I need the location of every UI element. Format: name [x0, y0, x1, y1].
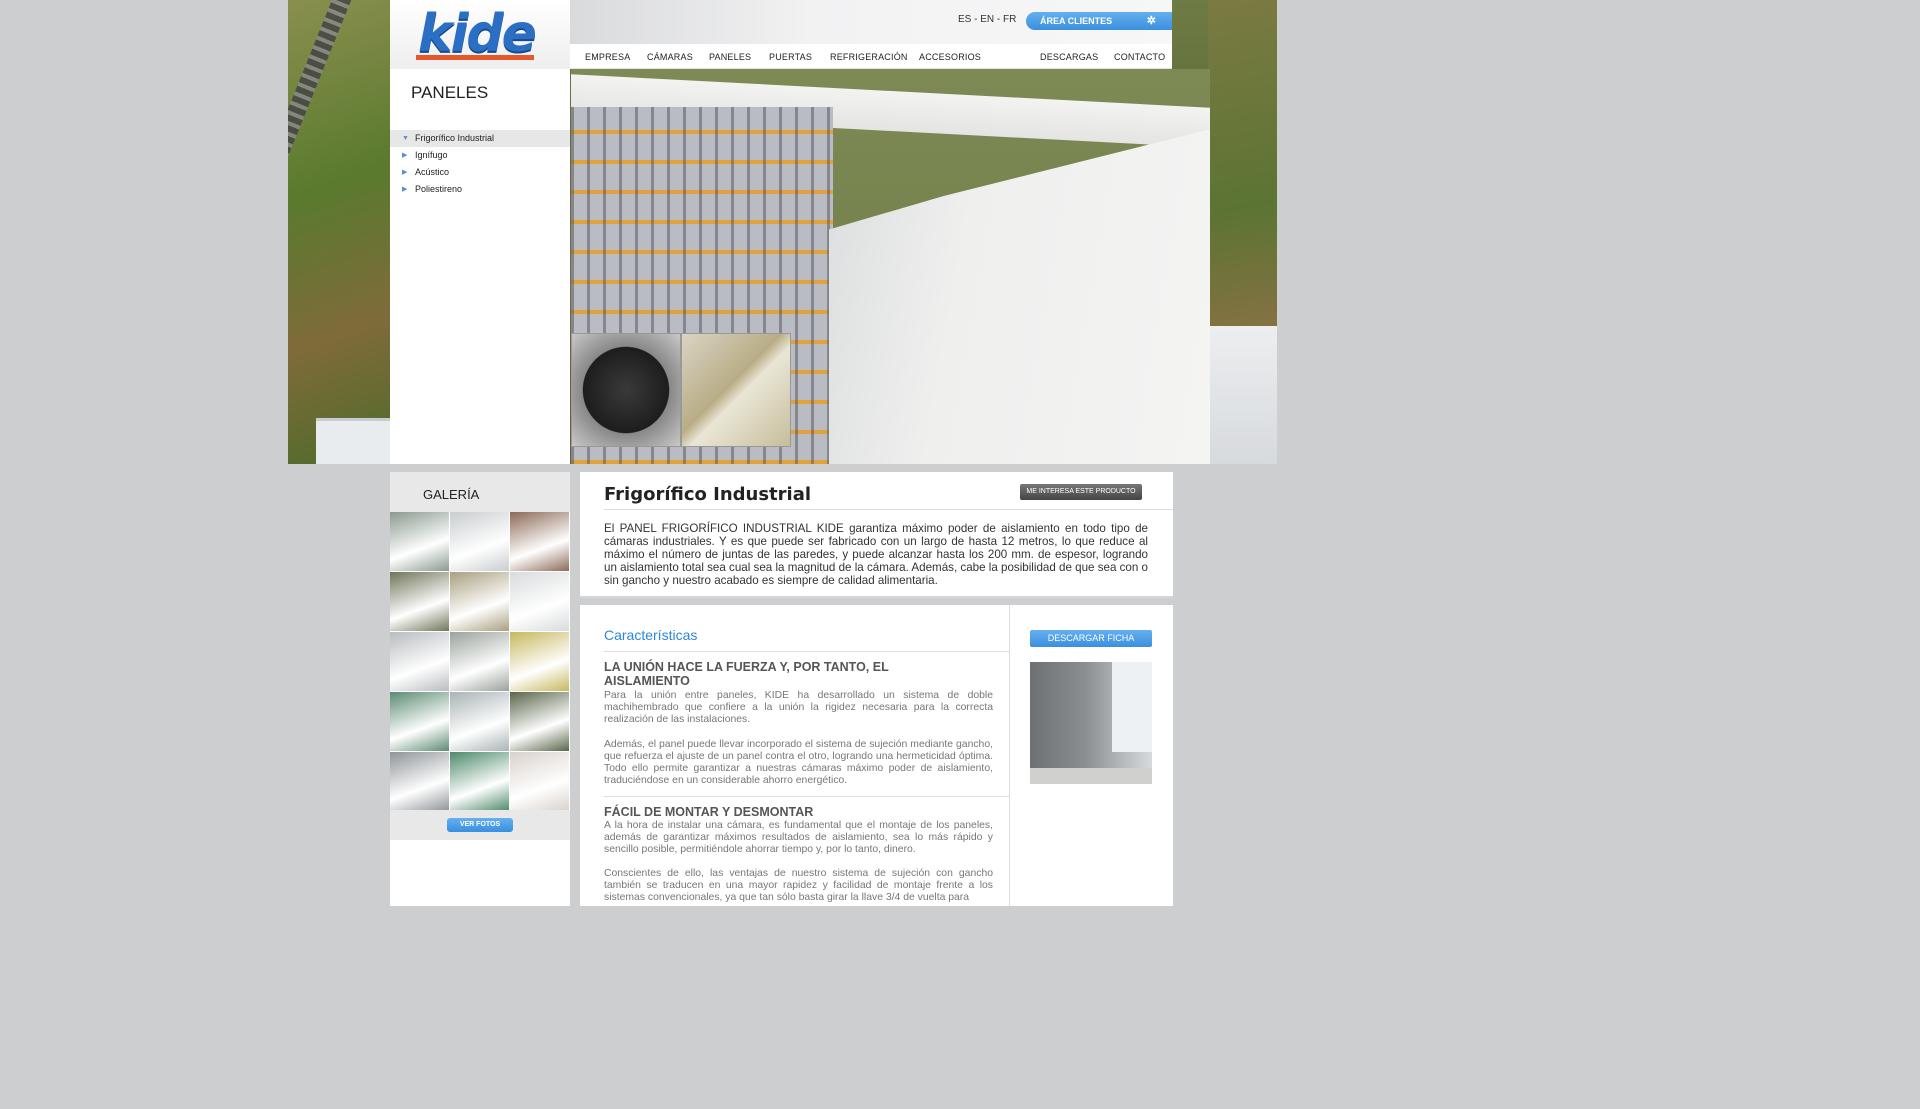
- nav-empresa[interactable]: EMPRESA: [585, 52, 630, 62]
- interest-button[interactable]: ME INTERESA ESTE PRODUCTO: [1020, 484, 1142, 500]
- gallery-thumb[interactable]: [450, 692, 509, 751]
- features-panel: Características LA UNIÓN HACE LA FUERZA …: [580, 605, 1173, 906]
- features-title: Características: [604, 627, 698, 643]
- gallery-thumb[interactable]: [390, 632, 449, 691]
- triangle-right-icon: ▶: [402, 186, 408, 193]
- top-strip: ES - EN - FR ÁREA CLIENTES ✲: [570, 0, 1172, 44]
- divider: [604, 796, 1009, 797]
- nav-contacto[interactable]: CONTACTO: [1114, 52, 1165, 62]
- divider: [604, 651, 1009, 652]
- sparkle-icon: ✲: [1146, 15, 1156, 27]
- gallery-thumb[interactable]: [450, 752, 509, 811]
- cold-store-wall-image: [829, 129, 1210, 464]
- feature-paragraph: Para la unión entre paneles, KIDE ha des…: [604, 690, 993, 725]
- gallery-title: GALERÍA: [423, 487, 480, 502]
- area-clientes-button[interactable]: ÁREA CLIENTES ✲: [1026, 12, 1172, 30]
- hero-building-right: [1206, 326, 1277, 464]
- sidebar-item-ignifugo[interactable]: ▶ Ignífugo: [390, 147, 570, 164]
- gallery-header: GALERÍA: [390, 472, 570, 512]
- gallery-thumb[interactable]: [510, 692, 569, 751]
- gallery-thumb[interactable]: [390, 572, 449, 631]
- panel-section-thumb: [681, 333, 791, 447]
- download-sheet-button[interactable]: DESCARGAR FICHA: [1030, 630, 1152, 647]
- triangle-right-icon: ▶: [402, 169, 408, 176]
- lang-fr[interactable]: FR: [1003, 14, 1016, 25]
- ver-fotos-button[interactable]: VER FOTOS: [447, 818, 513, 832]
- product-intro: Frigorífico Industrial ME INTERESA ESTE …: [580, 472, 1173, 598]
- gallery-thumb[interactable]: [510, 632, 569, 691]
- sidebar-title: PANELES: [411, 83, 489, 102]
- sidebar-list: ▼ Frigorífico Industrial ▶ Ignífugo ▶ Ac…: [390, 130, 570, 198]
- nav-puertas[interactable]: PUERTAS: [769, 52, 812, 62]
- nav-refrigeracion[interactable]: REFRIGERACIÓN: [830, 52, 908, 62]
- sidebar-item-label: Poliestireno: [415, 184, 463, 194]
- gallery-thumb[interactable]: [510, 752, 569, 811]
- gallery-thumb[interactable]: [390, 692, 449, 751]
- product-photo[interactable]: [1030, 662, 1152, 784]
- photo-base: [1030, 768, 1152, 784]
- lang-en[interactable]: EN: [980, 14, 994, 25]
- triangle-down-icon: ▼: [402, 135, 409, 142]
- sidebar-item-label: Acústico: [415, 167, 450, 177]
- photo-sky: [1112, 662, 1152, 752]
- gallery-thumb[interactable]: [390, 752, 449, 811]
- gallery-thumb[interactable]: [450, 632, 509, 691]
- feature-paragraph: Además, el panel puede llevar incorporad…: [604, 739, 993, 786]
- gallery-thumb[interactable]: [390, 512, 449, 571]
- gallery-panel: GALERÍA VER FOTOS: [390, 472, 570, 906]
- feature-paragraph: Conscientes de ello, las ventajas de nue…: [604, 868, 993, 903]
- triangle-right-icon: ▶: [402, 152, 408, 159]
- sidebar-item-label: Frigorífico Industrial: [415, 133, 495, 143]
- gallery-footer: VER FOTOS: [390, 810, 570, 840]
- area-clientes-label: ÁREA CLIENTES: [1040, 16, 1113, 26]
- hero-photo: [571, 69, 1210, 464]
- product-description: El PANEL FRIGORÍFICO INDUSTRIAL KIDE gar…: [604, 522, 1148, 587]
- gallery-thumb[interactable]: [510, 572, 569, 631]
- language-switcher: ES - EN - FR: [958, 14, 1017, 25]
- sidebar-item-frigorifico-industrial[interactable]: ▼ Frigorífico Industrial: [390, 130, 570, 147]
- main-nav: EMPRESA CÁMARAS PANELES PUERTAS REFRIGER…: [570, 44, 1172, 69]
- nav-descargas[interactable]: DESCARGAS: [1040, 52, 1098, 62]
- gallery-grid: [390, 512, 570, 811]
- sidebar: PANELES ▼ Frigorífico Industrial ▶ Igníf…: [390, 69, 570, 464]
- feature-heading: LA UNIÓN HACE LA FUERZA Y, POR TANTO, EL…: [604, 660, 889, 688]
- sidebar-item-poliestireno[interactable]: ▶ Poliestireno: [390, 181, 570, 198]
- divider: [604, 509, 1173, 510]
- sidebar-item-label: Ignífugo: [415, 150, 448, 160]
- product-title: Frigorífico Industrial: [604, 484, 812, 505]
- logo-area[interactable]: kide: [390, 0, 570, 69]
- gallery-thumb[interactable]: [450, 572, 509, 631]
- logo-underline: [416, 55, 534, 60]
- column-divider: [1009, 605, 1010, 906]
- gallery-thumb[interactable]: [510, 512, 569, 571]
- feature-paragraph: A la hora de instalar una cámara, es fun…: [604, 820, 993, 855]
- panel-joint-thumb: [571, 333, 681, 447]
- nav-accesorios[interactable]: ACCESORIOS: [919, 52, 981, 62]
- lang-es[interactable]: ES: [958, 14, 971, 25]
- sidebar-item-acustico[interactable]: ▶ Acústico: [390, 164, 570, 181]
- hero-building-left: [316, 418, 390, 464]
- feature-heading: FÁCIL DE MONTAR Y DESMONTAR: [604, 805, 814, 819]
- gallery-thumb[interactable]: [450, 512, 509, 571]
- nav-paneles[interactable]: PANELES: [709, 52, 751, 62]
- nav-camaras[interactable]: CÁMARAS: [647, 52, 693, 62]
